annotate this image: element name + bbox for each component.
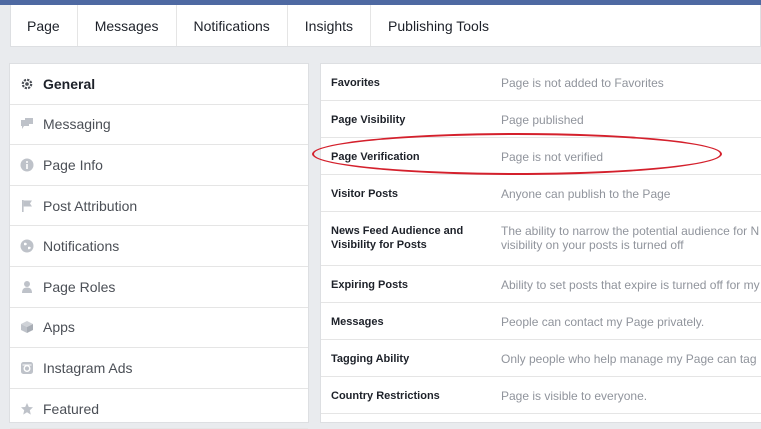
tab-page[interactable]: Page [11, 5, 78, 46]
setting-label: Tagging Ability [331, 353, 410, 365]
sidebar-item-label: Featured [43, 400, 100, 417]
sidebar-item-page-info[interactable]: Page Info [10, 145, 308, 186]
sidebar-item-messaging[interactable]: Messaging [10, 105, 308, 146]
setting-row-expiring-posts[interactable]: Expiring Posts Ability to set posts that… [321, 266, 761, 303]
sidebar-item-instagram-ads[interactable]: Instagram Ads [10, 348, 308, 389]
flag-icon [20, 199, 34, 213]
setting-row-page-visibility[interactable]: Page Visibility Page published [321, 101, 761, 138]
sidebar-item-post-attribution[interactable]: Post Attribution [10, 186, 308, 227]
info-icon [20, 158, 34, 172]
setting-value: Anyone can publish to the Page [501, 187, 671, 201]
sidebar-item-label: Apps [43, 319, 75, 336]
gear-icon [20, 77, 34, 91]
setting-row-favorites[interactable]: Favorites Page is not added to Favorites [321, 64, 761, 101]
instagram-icon [20, 361, 34, 375]
sidebar-item-label: Notifications [43, 238, 120, 255]
sidebar-item-featured[interactable]: Featured [10, 389, 308, 429]
settings-sidebar: General Messaging Page Info Post Attribu… [9, 63, 309, 429]
setting-row-country-restrictions[interactable]: Country Restrictions Page is visible to … [321, 377, 761, 414]
setting-label: Page Visibility [331, 114, 406, 126]
setting-value: Ability to set posts that expire is turn… [501, 278, 760, 292]
sidebar-item-label: Messaging [43, 116, 111, 133]
setting-label: Page Verification [331, 151, 420, 163]
setting-value: Only people who help manage my Page can … [501, 352, 757, 366]
sidebar-item-label: General [43, 75, 96, 92]
sidebar-item-label: Page Info [43, 156, 103, 173]
setting-label: Messages [331, 316, 384, 328]
sidebar-item-label: Instagram Ads [43, 359, 133, 376]
globe-icon [20, 239, 34, 253]
setting-label: Favorites [331, 77, 380, 89]
setting-label: Country Restrictions [331, 390, 440, 402]
sidebar-item-page-roles[interactable]: Page Roles [10, 267, 308, 308]
setting-row-messages[interactable]: Messages People can contact my Page priv… [321, 303, 761, 340]
general-settings-panel: Favorites Page is not added to Favorites… [320, 63, 761, 423]
setting-label: News Feed Audience and Visibility for Po… [331, 225, 464, 251]
tab-publishing-tools[interactable]: Publishing Tools [371, 5, 506, 46]
setting-value-line-2: visibility on your posts is turned off [501, 238, 684, 252]
setting-value: Page is not verified [501, 150, 604, 164]
tab-insights[interactable]: Insights [288, 5, 372, 46]
setting-value: Page published [501, 113, 584, 127]
tab-messages[interactable]: Messages [78, 5, 177, 46]
setting-label: Visitor Posts [331, 188, 399, 200]
chat-icon [20, 117, 34, 131]
star-icon [20, 402, 34, 416]
setting-row-news-feed-audience[interactable]: News Feed Audience and Visibility for Po… [321, 212, 761, 266]
sidebar-item-general[interactable]: General [10, 64, 308, 105]
tab-notifications[interactable]: Notifications [177, 5, 288, 46]
person-icon [20, 280, 34, 294]
sidebar-item-label: Page Roles [43, 278, 116, 295]
sidebar-item-label: Post Attribution [43, 197, 138, 214]
setting-value: Page is not added to Favorites [501, 76, 664, 90]
setting-row-page-verification[interactable]: Page Verification Page is not verified [321, 138, 761, 175]
cube-icon [20, 320, 34, 334]
setting-value: Page is visible to everyone. [501, 389, 648, 403]
setting-value: The ability to narrow the potential audi… [501, 224, 760, 238]
setting-label: Expiring Posts [331, 279, 409, 291]
sidebar-item-apps[interactable]: Apps [10, 308, 308, 349]
setting-row-tagging-ability[interactable]: Tagging Ability Only people who help man… [321, 340, 761, 377]
page-tabs: Page Messages Notifications Insights Pub… [10, 5, 761, 47]
sidebar-item-notifications[interactable]: Notifications [10, 226, 308, 267]
setting-value: People can contact my Page privately. [501, 315, 705, 329]
setting-row-visitor-posts[interactable]: Visitor Posts Anyone can publish to the … [321, 175, 761, 212]
